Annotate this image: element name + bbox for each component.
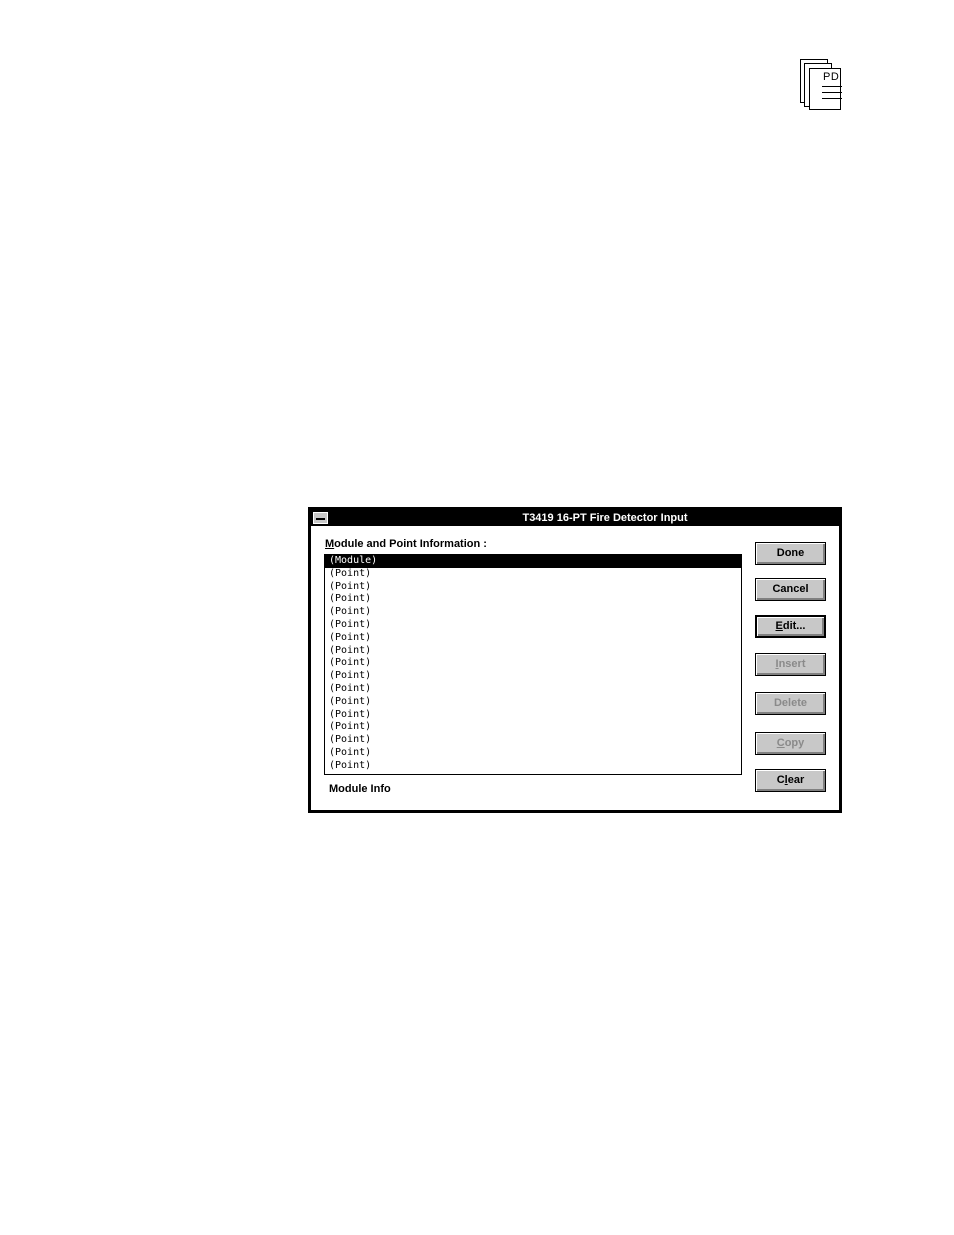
list-item-point[interactable]: (Point) bbox=[325, 632, 741, 645]
delete-button-label: Delete bbox=[773, 697, 808, 709]
list-item-point[interactable]: (Point) bbox=[325, 568, 741, 581]
list-item-point[interactable]: (Point) bbox=[325, 619, 741, 632]
list-item-point[interactable]: (Point) bbox=[325, 696, 741, 709]
clear-button[interactable]: Clear bbox=[755, 769, 826, 792]
list-item-point[interactable]: (Point) bbox=[325, 683, 741, 696]
list-item-point[interactable]: (Point) bbox=[325, 606, 741, 619]
pd-icon-text: PD bbox=[823, 71, 840, 83]
fire-detector-input-dialog: T3419 16-PT Fire Detector Input Module a… bbox=[308, 507, 842, 813]
pd-text-lines-icon bbox=[822, 86, 842, 104]
insert-button[interactable]: Insert bbox=[755, 653, 826, 676]
list-item-point[interactable]: (Point) bbox=[325, 709, 741, 722]
status-text: Module Info bbox=[329, 783, 391, 795]
delete-button[interactable]: Delete bbox=[755, 692, 826, 715]
cancel-button[interactable]: Cancel bbox=[755, 578, 826, 601]
dialog-title: T3419 16-PT Fire Detector Input bbox=[522, 512, 688, 524]
dialog-titlebar[interactable]: T3419 16-PT Fire Detector Input bbox=[311, 510, 839, 526]
edit-button[interactable]: Edit... bbox=[755, 615, 826, 638]
list-item-point[interactable]: (Point) bbox=[325, 657, 741, 670]
clear-button-label: ear bbox=[787, 774, 805, 786]
done-button-label: Done bbox=[776, 547, 805, 559]
done-button[interactable]: Done bbox=[755, 542, 826, 565]
list-item-point[interactable]: (Point) bbox=[325, 645, 741, 658]
list-item-point[interactable]: (Point) bbox=[325, 747, 741, 760]
list-item-point[interactable]: (Point) bbox=[325, 734, 741, 747]
pd-document-icon: PD bbox=[799, 58, 843, 112]
insert-button-label: nsert bbox=[778, 658, 806, 670]
clear-button-label-pre: C bbox=[776, 774, 785, 786]
edit-button-mnemonic: E bbox=[775, 620, 783, 632]
system-menu-icon[interactable] bbox=[313, 512, 328, 524]
module-point-list-label: Module and Point Information : bbox=[325, 538, 487, 550]
copy-button-mnemonic: C bbox=[776, 737, 785, 749]
list-item-point[interactable]: (Point) bbox=[325, 670, 741, 683]
module-point-listbox[interactable]: (Module) (Point) (Point) (Point) (Point) (Poi… bbox=[324, 554, 742, 775]
list-item-point[interactable]: (Point) bbox=[325, 593, 741, 606]
cancel-button-label: Cancel bbox=[772, 583, 809, 595]
list-item-point[interactable]: (Point) bbox=[325, 760, 741, 773]
copy-button[interactable]: Copy bbox=[755, 732, 826, 755]
list-item-point[interactable]: (Point) bbox=[325, 721, 741, 734]
list-item-module[interactable]: (Module) bbox=[325, 555, 741, 568]
list-label-text: odule and Point Information : bbox=[334, 538, 487, 550]
copy-button-label: opy bbox=[784, 737, 805, 749]
edit-button-label: dit... bbox=[782, 620, 806, 632]
pd-sheet-front: PD bbox=[809, 68, 842, 110]
list-label-mnemonic: M bbox=[325, 538, 335, 550]
list-item-point[interactable]: (Point) bbox=[325, 581, 741, 594]
